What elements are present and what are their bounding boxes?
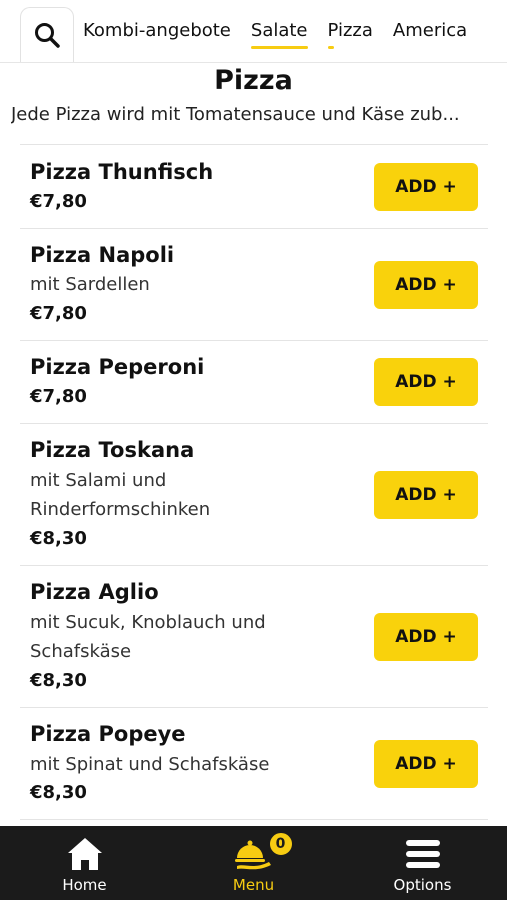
tab-salate[interactable]: Salate (250, 20, 308, 49)
item-price: €8,30 (30, 782, 87, 803)
menu-item[interactable]: Pizza Toskana mit Salami und Rinderforms… (20, 423, 488, 566)
section-title: Pizza (214, 65, 293, 96)
menu-item[interactable]: Pizza Aglio mit Sucuk, Knoblauch und Sch… (20, 565, 488, 708)
item-description: mit Salami und Rinderformschinken (30, 470, 211, 520)
category-tabs: Kombi-angebote Salate Pizza America (83, 0, 487, 62)
tab-america[interactable]: America (393, 20, 467, 47)
item-name: Pizza Aglio (30, 580, 159, 604)
app-screen: Kombi-angebote Salate Pizza America Pizz… (0, 0, 507, 900)
add-button[interactable]: ADD + (374, 740, 478, 788)
nav-menu-label: Menu (232, 876, 275, 894)
item-price: €7,80 (30, 303, 87, 324)
item-name: Pizza Popeye (30, 722, 186, 746)
item-name: Pizza Peperoni (30, 355, 205, 379)
nav-menu[interactable]: 0 Menu (169, 826, 338, 900)
item-name: Pizza Napoli (30, 243, 175, 267)
item-name: Pizza Thunfisch (30, 160, 214, 184)
nav-options[interactable]: Options (338, 826, 507, 900)
menu-icon (405, 834, 441, 874)
nav-options-label: Options (393, 876, 452, 894)
menu-item[interactable]: Pizza Peperoni €7,80 ADD + (20, 340, 488, 424)
add-button[interactable]: ADD + (374, 163, 478, 211)
cart-count-badge: 0 (267, 831, 294, 857)
item-name: Pizza Toskana (30, 438, 195, 462)
tab-kombi-angebote[interactable]: Kombi-angebote (83, 20, 231, 47)
item-price: €7,80 (30, 191, 87, 212)
item-price: €8,30 (30, 528, 87, 549)
add-button[interactable]: ADD + (374, 261, 478, 309)
bottom-navigation: Home 0 Menu Options (0, 826, 507, 900)
add-button[interactable]: ADD + (374, 613, 478, 661)
search-button[interactable] (20, 7, 74, 62)
menu-item[interactable]: Pizza Thunfisch €7,80 ADD + (20, 144, 488, 229)
add-button[interactable]: ADD + (374, 471, 478, 519)
nav-home-label: Home (62, 876, 107, 894)
item-price: €7,80 (30, 386, 87, 407)
item-price: €8,30 (30, 670, 87, 691)
category-bar: Kombi-angebote Salate Pizza America (0, 0, 507, 63)
home-icon (66, 834, 104, 874)
search-icon (35, 23, 60, 48)
menu-item[interactable]: Pizza Napoli mit Sardellen €7,80 ADD + (20, 228, 488, 341)
tab-pizza[interactable]: Pizza (327, 20, 373, 49)
item-description: mit Sucuk, Knoblauch und Schafskäse (30, 612, 266, 662)
item-description: mit Spinat und Schafskäse (30, 754, 270, 775)
section-description: Jede Pizza wird mit Tomatensauce und Käs… (11, 104, 460, 125)
list-divider (20, 819, 488, 820)
item-description: mit Sardellen (30, 274, 150, 295)
menu-item[interactable]: Pizza Popeye mit Spinat und Schafskäse €… (20, 707, 488, 820)
add-button[interactable]: ADD + (374, 358, 478, 406)
nav-home[interactable]: Home (0, 826, 169, 900)
